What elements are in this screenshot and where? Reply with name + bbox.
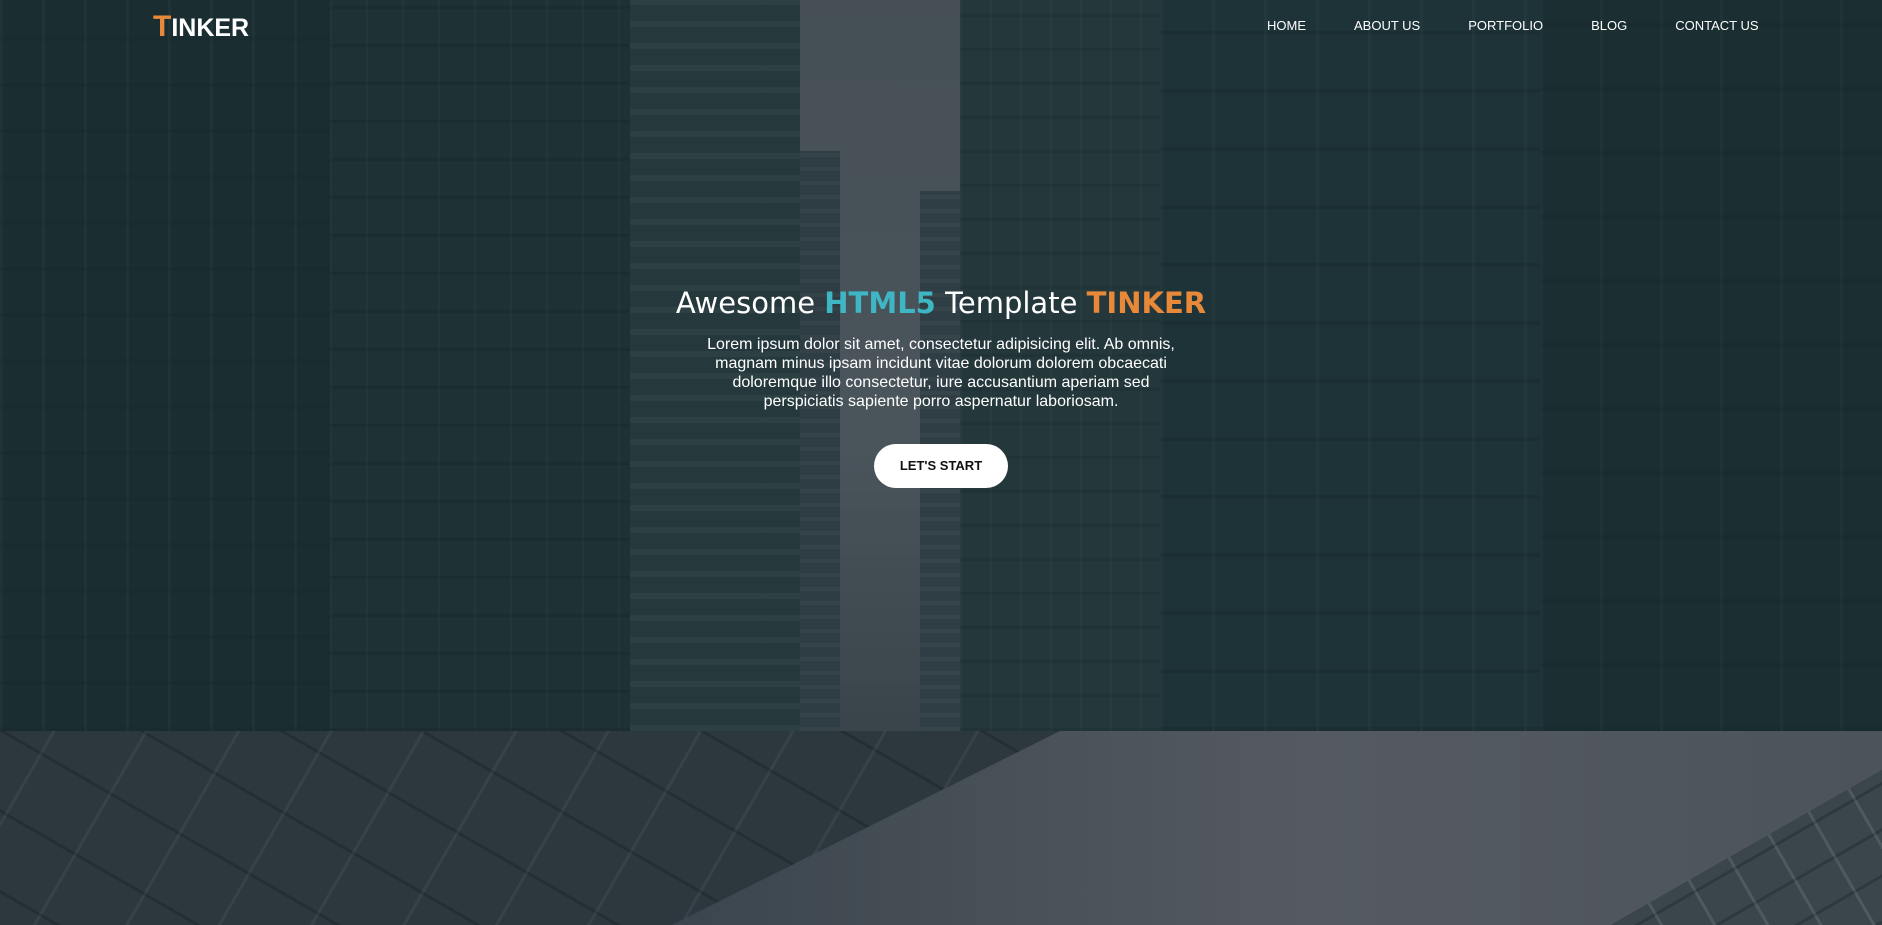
main-nav: HOME ABOUT US PORTFOLIO BLOG CONTACT US [1267, 18, 1759, 33]
nav-item-home[interactable]: HOME [1267, 18, 1306, 33]
nav-item-blog[interactable]: BLOG [1591, 18, 1627, 33]
nav-item-about-us[interactable]: ABOUT US [1354, 18, 1420, 33]
hero-content: Awesome HTML5 Template TINKER Lorem ipsu… [0, 283, 1882, 488]
hero-title-accent-html5: HTML5 [824, 286, 936, 320]
hero-title-part: Awesome [675, 286, 825, 320]
glass-building-image [0, 731, 1060, 925]
nav-item-portfolio[interactable]: PORTFOLIO [1468, 18, 1543, 33]
logo-first-letter: T [153, 10, 172, 43]
hero-title-accent-tinker: TINKER [1086, 286, 1207, 320]
hero-section: TINKER HOME ABOUT US PORTFOLIO BLOG CONT… [0, 0, 1882, 731]
nav-item-contact-us[interactable]: CONTACT US [1675, 18, 1758, 33]
hero-title: Awesome HTML5 Template TINKER [0, 283, 1882, 323]
site-logo[interactable]: TINKER [153, 10, 249, 44]
next-section-background [0, 731, 1882, 925]
hero-title-part: Template [935, 286, 1087, 320]
hero-description: Lorem ipsum dolor sit amet, consectetur … [707, 336, 1175, 410]
glass-building-image [1565, 731, 1882, 925]
lets-start-button[interactable]: LET'S START [874, 444, 1008, 488]
logo-text: INKER [171, 14, 250, 42]
